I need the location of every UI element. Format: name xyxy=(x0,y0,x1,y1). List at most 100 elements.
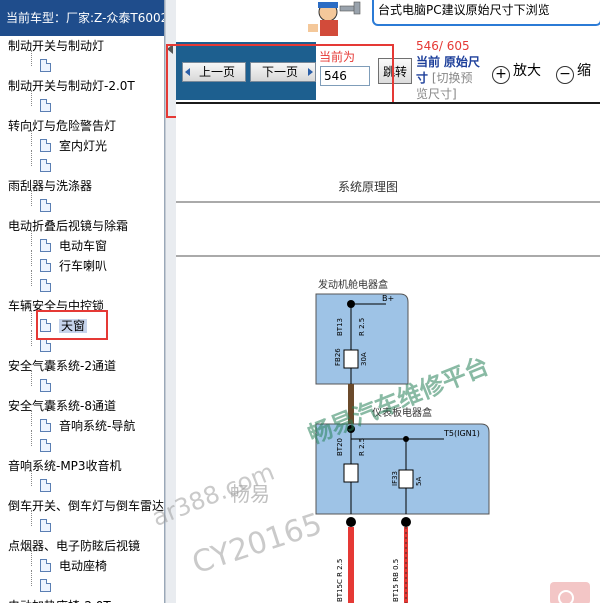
tree-item[interactable] xyxy=(0,50,160,76)
r25-label-2: R 2.5 xyxy=(358,438,366,456)
fuse-if33 xyxy=(398,469,414,489)
jump-button[interactable]: 跳转 xyxy=(378,58,412,84)
tree-category[interactable]: 车辆安全与中控锁 xyxy=(0,296,160,316)
tree-connector xyxy=(31,150,32,166)
document-icon xyxy=(40,479,51,492)
tree-item[interactable] xyxy=(0,270,160,296)
output-node-1 xyxy=(346,517,356,527)
wire2-label: BT15 RB 0.5 xyxy=(392,559,400,602)
document-icon xyxy=(40,579,51,592)
tree-category-label: 电动加热座椅-2.0T xyxy=(8,599,111,603)
tree-connector xyxy=(31,50,32,66)
ad-text: 台式电脑PC建议原始尺寸下浏览 xyxy=(372,0,600,26)
zoom-in-label: 放大 xyxy=(513,63,541,79)
tree-category-label: 安全气囊系统-2通道 xyxy=(8,359,116,373)
tree-connector xyxy=(31,230,32,246)
tree-category-label: 音响系统-MP3收音机 xyxy=(8,459,122,473)
red-wire-1 xyxy=(348,527,354,603)
document-icon xyxy=(40,239,51,252)
document-icon xyxy=(40,139,51,152)
zoom-out-button[interactable]: − 缩 xyxy=(556,60,591,84)
tree-category[interactable]: 电动加热座椅-2.0T xyxy=(0,596,160,603)
fuse-fb26 xyxy=(343,349,359,369)
tree-item-label: 行车喇叭 xyxy=(59,259,108,273)
tree-category-label: 电动折叠后视镜与除霜 xyxy=(8,219,129,233)
tree-connector xyxy=(31,570,32,586)
tree-connector xyxy=(31,510,32,526)
panel-box-title: 仪表板电器盒 xyxy=(372,406,432,419)
tree-category[interactable]: 电动折叠后视镜与除霜 xyxy=(0,216,160,236)
tree-item[interactable] xyxy=(0,510,160,536)
r25-label-1: R 2.5 xyxy=(358,318,366,336)
tree-category-label: 点烟器、电子防眩后视镜 xyxy=(8,539,141,553)
t5-ign1-label: T5(IGN1) xyxy=(443,429,480,438)
document-icon xyxy=(40,279,51,292)
tree-item[interactable]: 电动车窗 xyxy=(0,230,160,256)
tree-item[interactable] xyxy=(0,190,160,216)
tree-connector xyxy=(31,250,32,266)
page-info: 546/ 605 当前 原始尺寸 [切换预览尺寸] xyxy=(416,38,484,102)
page-number-input[interactable] xyxy=(320,66,370,86)
engine-fuse-box xyxy=(315,293,409,385)
tree-category[interactable]: 音响系统-MP3收音机 xyxy=(0,456,160,476)
tree-category[interactable]: 安全气囊系统-8通道 xyxy=(0,396,160,416)
tree-item-label: 电动座椅 xyxy=(59,559,108,573)
page-current-unit: 当前 xyxy=(416,55,441,69)
nav-bar: 上一页 下一页 xyxy=(176,42,316,100)
tree-category[interactable]: 转向灯与危险警告灯 xyxy=(0,116,160,136)
tree-category-label: 雨刮器与洗涤器 xyxy=(8,179,93,193)
left-panel: 当前车型：厂家:Z-众泰T6002015 制动开关与制动灯制动开关与制动灯-2.… xyxy=(0,0,165,603)
document-icon xyxy=(40,319,51,332)
document-icon xyxy=(40,439,51,452)
tree-item[interactable] xyxy=(0,470,160,496)
tree-item[interactable] xyxy=(0,90,160,116)
app-window: 当前车型：厂家:Z-众泰T6002015 制动开关与制动灯制动开关与制动灯-2.… xyxy=(0,0,600,603)
document-icon xyxy=(40,519,51,532)
tree-category[interactable]: 点烟器、电子防眩后视镜 xyxy=(0,536,160,556)
page-count: 546/ 605 xyxy=(416,39,470,53)
collapse-arrow-icon[interactable] xyxy=(167,44,173,54)
if33-label: IF33 xyxy=(391,471,399,486)
tree-connector xyxy=(31,330,32,346)
tree-category[interactable]: 倒车开关、倒车灯与倒车雷达 xyxy=(0,496,164,516)
tree-item-label: 室内灯光 xyxy=(59,139,108,153)
next-page-button[interactable]: 下一页 xyxy=(250,62,316,82)
tree-item-label: 电动车窗 xyxy=(59,239,108,253)
chapter-tree: 制动开关与制动灯制动开关与制动灯-2.0T 转向灯与危险警告灯室内灯光雨刮器与洗涤… xyxy=(0,36,164,603)
tree-item[interactable]: 行车喇叭 xyxy=(0,250,160,276)
panel-splitter[interactable] xyxy=(165,0,176,603)
tree-category-label: 安全气囊系统-8通道 xyxy=(8,399,116,413)
tree-connector xyxy=(31,370,32,386)
tree-connector xyxy=(31,130,32,146)
tree-category[interactable]: 安全气囊系统-2通道 xyxy=(0,356,160,376)
tree-item[interactable]: 电动座椅 xyxy=(0,550,160,576)
zoom-out-label: 缩 xyxy=(577,63,591,79)
prev-page-button[interactable]: 上一页 xyxy=(182,62,246,82)
tree-item[interactable]: 室内灯光 xyxy=(0,130,160,156)
output-node-2 xyxy=(401,517,411,527)
document-icon xyxy=(40,559,51,572)
tree-category-label: 转向灯与危险警告灯 xyxy=(8,119,117,133)
tree-item[interactable] xyxy=(0,570,160,596)
document-icon xyxy=(40,159,51,172)
5a-label: 5A xyxy=(415,477,423,486)
tree-item[interactable] xyxy=(0,150,160,176)
tree-category-label: 制动开关与制动灯-2.0T xyxy=(8,79,135,93)
zoom-in-icon: + xyxy=(492,66,510,84)
tree-item[interactable]: 音响系统-导航 xyxy=(0,410,160,436)
tree-connector xyxy=(31,470,32,486)
document-icon xyxy=(40,99,51,112)
tree-connector xyxy=(31,430,32,446)
tree-item[interactable] xyxy=(0,330,160,356)
tree-connector xyxy=(31,90,32,106)
tree-connector xyxy=(31,550,32,566)
bt13-label: BT13 xyxy=(336,318,344,336)
zoom-in-button[interactable]: + 放大 xyxy=(492,60,541,84)
tree-category[interactable]: 雨刮器与洗涤器 xyxy=(0,176,160,196)
tree-category[interactable]: 制动开关与制动灯 xyxy=(0,36,160,56)
brown-wire xyxy=(348,384,354,428)
tree-item-selected[interactable]: 天窗 xyxy=(0,310,160,336)
tree-category[interactable]: 制动开关与制动灯-2.0T xyxy=(0,76,160,96)
tree-item[interactable] xyxy=(0,430,160,456)
tree-item[interactable] xyxy=(0,370,160,396)
